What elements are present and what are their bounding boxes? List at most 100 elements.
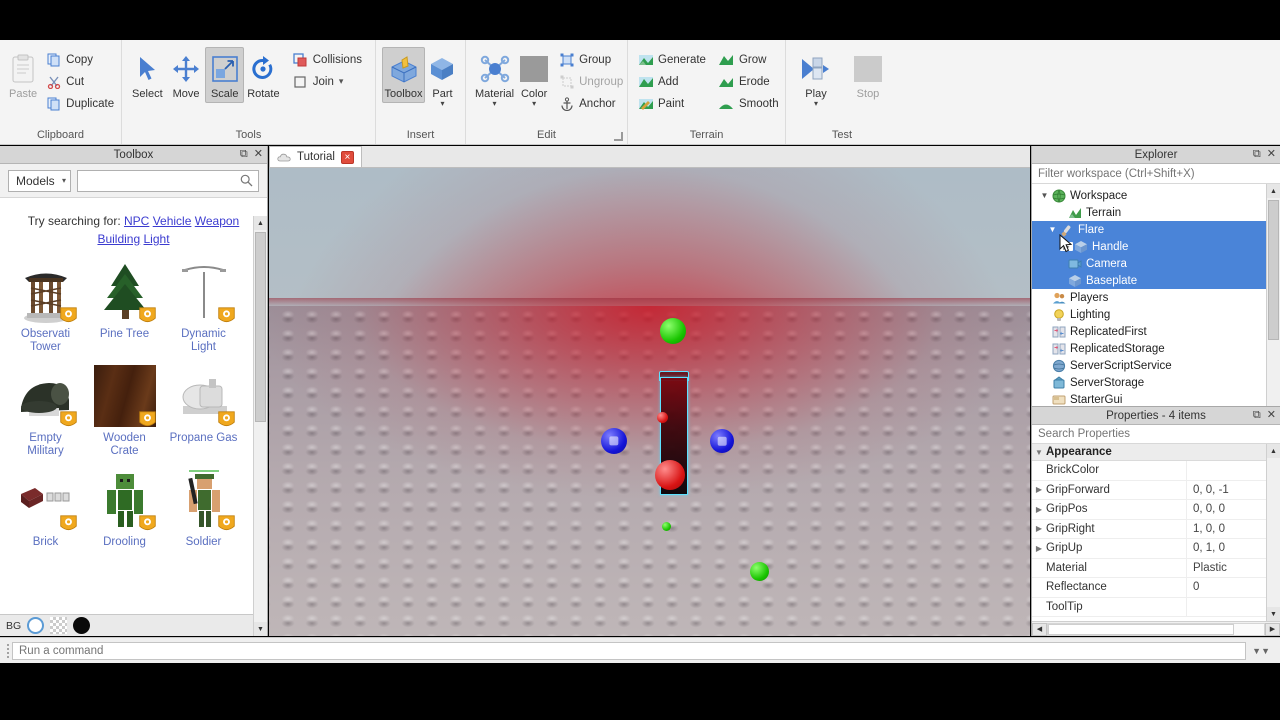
- tree-item-camera[interactable]: Camera: [1032, 255, 1280, 272]
- cut-button[interactable]: Cut: [42, 71, 121, 92]
- toolbox-item[interactable]: Brick: [6, 464, 85, 555]
- scale-handle-red-small[interactable]: [657, 412, 668, 423]
- property-row-tooltip[interactable]: ToolTip: [1032, 597, 1280, 617]
- terrain-grow-button[interactable]: Grow: [715, 49, 786, 70]
- part-button[interactable]: Part ▾: [425, 47, 459, 110]
- toolbox-button[interactable]: Toolbox: [381, 47, 426, 103]
- toolbox-scroll-down-icon[interactable]: ▼: [254, 622, 267, 636]
- stop-button[interactable]: Stop: [844, 47, 892, 103]
- command-input[interactable]: [19, 644, 1240, 657]
- chevron-right-icon[interactable]: ▶: [1032, 524, 1046, 533]
- command-bar-overflow-icon[interactable]: ▼▼: [1246, 646, 1276, 656]
- play-caret-icon[interactable]: ▾: [814, 100, 818, 108]
- toolbox-close-icon[interactable]: ✕: [254, 147, 263, 162]
- explorer-filter-row[interactable]: [1032, 164, 1280, 184]
- property-row-gripup[interactable]: ▶ GripUp 0, 1, 0: [1032, 539, 1280, 559]
- hint-link-npc[interactable]: NPC: [124, 214, 149, 228]
- paste-button[interactable]: Paste: [6, 47, 40, 103]
- material-button[interactable]: Material ▾: [472, 47, 517, 110]
- toolbox-item[interactable]: Propane Gas: [164, 360, 243, 464]
- toolbox-item[interactable]: Pine Tree: [85, 256, 164, 360]
- properties-list[interactable]: ▼ Appearance BrickColor ▶ GripForward 0,…: [1032, 444, 1280, 621]
- properties-close-icon[interactable]: ✕: [1267, 408, 1276, 423]
- color-caret-icon[interactable]: ▾: [532, 100, 536, 108]
- duplicate-button[interactable]: Duplicate: [42, 93, 121, 114]
- property-row-brickcolor[interactable]: BrickColor: [1032, 461, 1280, 481]
- terrain-erode-button[interactable]: Erode: [715, 71, 786, 92]
- hint-link-weapon[interactable]: Weapon: [195, 214, 239, 228]
- tree-item-serverstorage[interactable]: ServerStorage: [1032, 374, 1280, 391]
- properties-scroll-up-icon[interactable]: ▲: [1267, 444, 1280, 458]
- group-button[interactable]: Group: [555, 49, 630, 70]
- tree-item-startergui[interactable]: StarterGui: [1032, 391, 1280, 406]
- hint-link-building[interactable]: Building: [97, 232, 140, 246]
- play-button[interactable]: Play ▾: [792, 47, 840, 110]
- properties-hscrollbar[interactable]: ◀ ▶: [1032, 621, 1280, 636]
- toolbox-scrollbar[interactable]: ▲ ▼: [253, 216, 267, 636]
- copy-button[interactable]: Copy: [42, 49, 121, 70]
- chevron-down-icon[interactable]: ▼: [1032, 448, 1046, 457]
- properties-float-icon[interactable]: ⧉: [1253, 408, 1261, 423]
- edit-dialog-launcher[interactable]: [614, 132, 623, 141]
- scale-handle-green-right[interactable]: [750, 562, 769, 581]
- explorer-scroll-up-icon[interactable]: ▲: [1267, 184, 1280, 198]
- tree-item-lighting[interactable]: Lighting: [1032, 306, 1280, 323]
- properties-hscroll-track[interactable]: [1047, 622, 1265, 636]
- scale-handle-green-top[interactable]: [660, 318, 686, 344]
- tree-item-replicatedstorage[interactable]: ReplicatedStorage: [1032, 340, 1280, 357]
- chevron-down-icon[interactable]: ▼: [1038, 191, 1051, 200]
- collisions-toggle[interactable]: Collisions: [289, 49, 369, 70]
- ungroup-button[interactable]: Ungroup: [555, 71, 630, 92]
- explorer-close-icon[interactable]: ✕: [1267, 147, 1276, 162]
- properties-search-input[interactable]: [1038, 428, 1274, 440]
- properties-category-appearance[interactable]: ▼ Appearance: [1032, 444, 1280, 461]
- property-row-gripforward[interactable]: ▶ GripForward 0, 0, -1: [1032, 480, 1280, 500]
- bg-swatch-black[interactable]: [73, 617, 91, 634]
- scale-handle-green-bottom[interactable]: [662, 522, 671, 531]
- move-tool-button[interactable]: Move: [167, 47, 206, 103]
- property-row-material[interactable]: Material Plastic: [1032, 558, 1280, 578]
- tree-item-replicatedfirst[interactable]: ReplicatedFirst: [1032, 323, 1280, 340]
- toolbox-item[interactable]: Drooling: [85, 464, 164, 555]
- terrain-add-button[interactable]: Add: [634, 71, 713, 92]
- toolbox-item[interactable]: Observati Tower: [6, 256, 85, 360]
- properties-scroll-right-icon[interactable]: ▶: [1265, 622, 1280, 636]
- material-caret-icon[interactable]: ▾: [493, 100, 497, 108]
- chevron-right-icon[interactable]: ▶: [1032, 485, 1046, 494]
- command-input-wrapper[interactable]: [12, 641, 1247, 660]
- hint-link-light[interactable]: Light: [144, 232, 170, 246]
- tree-item-workspace[interactable]: ▼ Workspace: [1032, 187, 1280, 204]
- terrain-paint-button[interactable]: Paint: [634, 93, 713, 114]
- anchor-button[interactable]: Anchor: [555, 93, 630, 114]
- join-dropdown[interactable]: Join ▾: [289, 71, 369, 92]
- select-tool-button[interactable]: Select: [128, 47, 167, 103]
- scale-handle-blue-left[interactable]: [601, 428, 627, 454]
- properties-search-row[interactable]: [1032, 425, 1280, 444]
- properties-vscrollbar[interactable]: ▲ ▼: [1266, 444, 1280, 621]
- toolbox-category-select[interactable]: Models ▾: [8, 169, 71, 192]
- bg-swatch-default[interactable]: [27, 617, 45, 634]
- chevron-down-icon[interactable]: ▼: [1046, 225, 1059, 234]
- scale-handle-blue-right[interactable]: [710, 429, 734, 453]
- explorer-scrollbar[interactable]: ▲: [1266, 184, 1280, 406]
- tab-tutorial[interactable]: Tutorial ×: [269, 146, 362, 167]
- scale-tool-button[interactable]: Scale: [205, 47, 245, 103]
- part-caret-icon[interactable]: ▾: [440, 100, 444, 108]
- toolbox-scroll-up-icon[interactable]: ▲: [254, 216, 267, 230]
- chevron-right-icon[interactable]: ▶: [1032, 544, 1046, 553]
- explorer-filter-input[interactable]: [1038, 167, 1274, 180]
- property-row-grippos[interactable]: ▶ GripPos 0, 0, 0: [1032, 500, 1280, 520]
- terrain-smooth-button[interactable]: Smooth: [715, 93, 786, 114]
- toolbox-item[interactable]: Empty Military: [6, 360, 85, 464]
- terrain-generate-button[interactable]: Generate: [634, 49, 713, 70]
- explorer-scroll-thumb[interactable]: [1268, 200, 1279, 340]
- toolbox-float-icon[interactable]: ⧉: [240, 147, 248, 162]
- toolbox-item[interactable]: Dynamic Light: [164, 256, 243, 360]
- toolbox-search-input[interactable]: [85, 173, 240, 188]
- 3d-viewport[interactable]: [269, 168, 1030, 636]
- properties-scroll-left-icon[interactable]: ◀: [1032, 622, 1047, 636]
- tab-close-icon[interactable]: ×: [340, 150, 354, 164]
- tree-item-players[interactable]: Players: [1032, 289, 1280, 306]
- tree-item-serverscriptservice[interactable]: ServerScriptService: [1032, 357, 1280, 374]
- hint-link-vehicle[interactable]: Vehicle: [153, 214, 192, 228]
